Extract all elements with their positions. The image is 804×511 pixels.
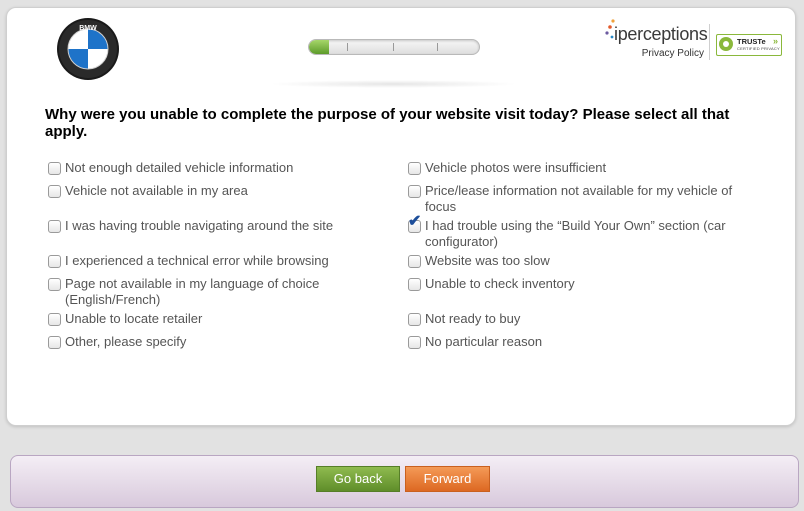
brand-divider	[709, 24, 710, 60]
progress-tick	[393, 43, 394, 51]
question-text: Why were you unable to complete the purp…	[45, 106, 730, 140]
checkbox[interactable]	[408, 185, 421, 198]
option-label[interactable]: Other, please specify	[65, 334, 385, 350]
option-label[interactable]: Vehicle not available in my area	[65, 183, 385, 199]
truste-seal[interactable]: TRUSTe » CERTIFIED PRIVACY	[716, 34, 782, 56]
vendor-wordmark: iperceptions	[614, 24, 708, 44]
checkbox[interactable]	[48, 162, 61, 175]
checkbox[interactable]	[48, 255, 61, 268]
option-label[interactable]: Page not available in my language of cho…	[65, 276, 335, 308]
checkmark-icon: ✔	[408, 213, 422, 230]
option-label[interactable]: Website was too slow	[425, 253, 745, 269]
truste-name: TRUSTe	[737, 37, 766, 46]
option-label[interactable]: Vehicle photos were insufficient	[425, 160, 745, 176]
option-label[interactable]: Not enough detailed vehicle information	[65, 160, 385, 176]
logo-lettering: BMW	[79, 25, 97, 32]
truste-seal-icon	[719, 37, 733, 51]
bmw-logo: BMW	[57, 18, 119, 80]
option-label[interactable]: Not ready to buy	[425, 311, 745, 327]
option-label[interactable]: I had trouble using the “Build Your Own”…	[425, 218, 745, 250]
checkbox[interactable]	[48, 278, 61, 291]
checkbox[interactable]	[408, 313, 421, 326]
chevron-right-icon: »	[772, 36, 778, 46]
checkbox[interactable]	[48, 313, 61, 326]
checkbox[interactable]	[408, 255, 421, 268]
progress-tick	[437, 43, 438, 51]
checkbox[interactable]	[48, 185, 61, 198]
checkbox[interactable]	[48, 336, 61, 349]
truste-subtitle: CERTIFIED PRIVACY	[737, 46, 780, 51]
option-label[interactable]: I experienced a technical error while br…	[65, 253, 385, 269]
forward-button[interactable]: Forward	[405, 466, 490, 492]
progress-tick	[347, 43, 348, 51]
checkbox[interactable]	[408, 336, 421, 349]
vendor-brand: iperceptions Privacy Policy	[604, 18, 708, 62]
option-label[interactable]: Unable to check inventory	[425, 276, 745, 292]
option-label[interactable]: Unable to locate retailer	[65, 311, 385, 327]
progress-fill	[309, 40, 330, 54]
option-label[interactable]: No particular reason	[425, 334, 745, 350]
progress-shadow	[268, 80, 518, 88]
checkbox[interactable]	[408, 162, 421, 175]
survey-panel	[6, 7, 796, 426]
progress-bar	[308, 39, 480, 55]
privacy-policy-link[interactable]: Privacy Policy	[642, 48, 704, 59]
option-label[interactable]: Price/lease information not available fo…	[425, 183, 745, 215]
checkbox[interactable]	[408, 278, 421, 291]
option-label[interactable]: I was having trouble navigating around t…	[65, 218, 385, 234]
checkbox[interactable]	[48, 220, 61, 233]
go-back-button[interactable]: Go back	[316, 466, 400, 492]
